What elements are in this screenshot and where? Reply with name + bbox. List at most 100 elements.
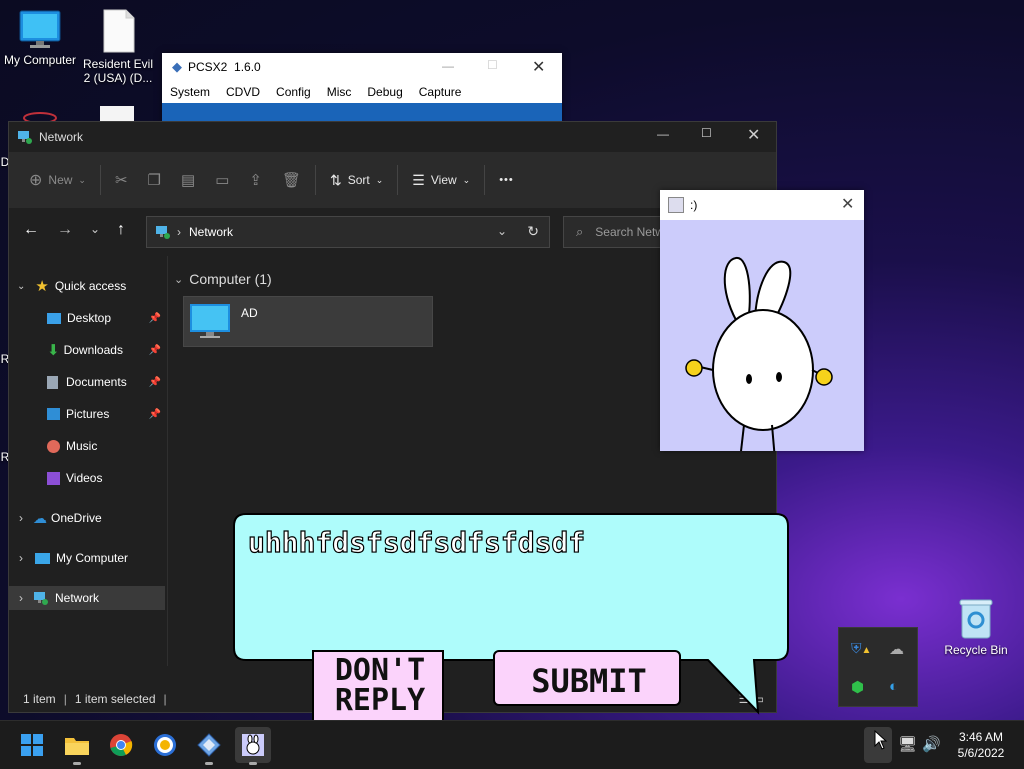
nav-my-computer[interactable]: › My Computer: [9, 546, 165, 570]
explorer-titlebar[interactable]: Network — ☐ ✕: [9, 122, 776, 152]
network-status-icon[interactable]: 🖥: [898, 735, 917, 753]
trash-icon: 🗑: [281, 172, 301, 189]
network-icon: [34, 592, 48, 605]
toolbar-separator: [315, 165, 316, 195]
monitor-icon: [19, 10, 61, 48]
hidden-file-icon[interactable]: [100, 106, 134, 122]
pcsx2-titlebar[interactable]: ◆ PCSX2 1.6.0 — ☐ ✕: [162, 53, 562, 81]
nav-pictures[interactable]: Pictures 📌: [9, 402, 165, 426]
menu-misc[interactable]: Misc: [327, 85, 352, 99]
chevron-down-icon[interactable]: ⌄: [497, 224, 507, 238]
close-button[interactable]: ✕: [747, 125, 760, 145]
chevron-down-icon: ⌄: [78, 174, 86, 185]
start-button[interactable]: [14, 727, 50, 763]
taskbar-chrome[interactable]: [103, 727, 139, 763]
menu-cdvd[interactable]: CDVD: [226, 85, 260, 99]
green-hex-icon[interactable]: ⬢: [851, 678, 864, 696]
nav-downloads[interactable]: ⬇ Downloads 📌: [9, 338, 165, 362]
nav-network[interactable]: › Network: [9, 586, 165, 610]
smiley-titlebar[interactable]: :) ✕: [660, 190, 864, 220]
nav-desktop[interactable]: Desktop 📌: [9, 306, 165, 330]
minimize-button[interactable]: —: [657, 127, 669, 141]
windows-logo-icon: [21, 734, 43, 756]
taskbar-pcsx2[interactable]: [191, 727, 227, 765]
copy-button[interactable]: ❐: [138, 164, 171, 196]
up-arrow-icon[interactable]: ↑: [117, 221, 125, 239]
pin-icon[interactable]: 📌: [149, 377, 161, 388]
minimize-button[interactable]: —: [442, 59, 454, 73]
dont-reply-button[interactable]: DON'T REPLY: [312, 650, 444, 722]
taskbar-file-explorer[interactable]: [59, 727, 95, 765]
group-header[interactable]: ⌄ Computer (1): [174, 271, 272, 287]
share-button[interactable]: ⇪: [239, 164, 272, 196]
nav-onedrive[interactable]: › ☁ OneDrive: [9, 506, 165, 530]
defender-warning-icon[interactable]: ⛨▲: [851, 640, 871, 657]
pcsx2-window[interactable]: ◆ PCSX2 1.6.0 — ☐ ✕ System CDVD Config M…: [162, 53, 562, 123]
chevron-down-icon[interactable]: ⌄: [90, 222, 100, 236]
scissors-icon: ✂: [114, 172, 128, 189]
nav-videos[interactable]: Videos: [9, 466, 165, 490]
nav-label: Desktop: [67, 311, 112, 325]
sort-icon: ⇅: [330, 171, 342, 188]
address-bar[interactable]: › Network ⌄ ↻: [146, 216, 550, 248]
nav-music[interactable]: Music: [9, 434, 165, 458]
nav-quick-access[interactable]: ⌄ ★ Quick access: [9, 274, 165, 298]
status-count: 1 item: [23, 692, 56, 706]
sort-button[interactable]: ⇅ Sort ⌄: [320, 164, 393, 196]
pin-icon[interactable]: 📌: [149, 409, 161, 420]
pictures-icon: [47, 408, 60, 420]
pin-icon[interactable]: 📌: [149, 313, 161, 324]
chevron-right-icon[interactable]: ›: [19, 551, 23, 565]
toolbar-separator: [397, 165, 399, 195]
volume-icon[interactable]: 🔊: [922, 735, 941, 753]
address-path[interactable]: Network: [189, 225, 233, 239]
computer-item[interactable]: AD: [183, 296, 433, 347]
close-button[interactable]: ✕: [841, 194, 854, 214]
menu-debug[interactable]: Debug: [367, 85, 402, 99]
desktop-icon-recycle-bin[interactable]: Recycle Bin: [936, 596, 1016, 657]
chevron-down-icon[interactable]: ⌄: [174, 273, 183, 286]
pcsx2-icon: [197, 733, 221, 757]
smiley-window[interactable]: :) ✕: [660, 190, 864, 461]
pin-icon[interactable]: 📌: [149, 345, 161, 356]
taskbar-rabbit-app[interactable]: [235, 727, 271, 765]
hidden-desktop-icon[interactable]: [20, 106, 60, 124]
nav-documents[interactable]: Documents 📌: [9, 370, 165, 394]
maximize-button[interactable]: ☐: [701, 126, 712, 140]
search-icon: ⌕: [576, 224, 584, 239]
chevron-right-icon[interactable]: ›: [19, 511, 23, 525]
maximize-button[interactable]: ☐: [487, 58, 498, 72]
clock-date: 5/6/2022: [957, 746, 1005, 760]
delete-button[interactable]: 🗑: [272, 164, 311, 196]
forward-arrow-icon[interactable]: →: [57, 221, 73, 239]
clock[interactable]: 3:46 AM 5/6/2022: [946, 729, 1016, 761]
menu-system[interactable]: System: [170, 85, 210, 99]
submit-button[interactable]: SUBMIT: [493, 650, 681, 706]
refresh-icon[interactable]: ↻: [527, 223, 539, 240]
more-options-button[interactable]: •••: [489, 164, 524, 196]
nav-label: My Computer: [56, 551, 129, 565]
menu-config[interactable]: Config: [276, 85, 311, 99]
menu-capture[interactable]: Capture: [419, 85, 462, 99]
onedrive-offline-icon[interactable]: ☁: [889, 640, 904, 658]
chevron-right-icon[interactable]: ›: [19, 591, 23, 605]
nav-label: Documents: [66, 375, 127, 389]
close-button[interactable]: ✕: [532, 57, 545, 77]
new-button[interactable]: ⊕ New ⌄: [19, 164, 96, 196]
taskbar-chromium-alt[interactable]: [147, 727, 183, 763]
tray-overflow-popup: ⛨▲ ☁ ⬢ ◐: [838, 627, 918, 707]
desktop-icon-resident-evil[interactable]: Resident Evil 2 (USA) (D...: [78, 8, 158, 85]
back-arrow-icon[interactable]: ←: [23, 221, 39, 239]
view-button[interactable]: ☰ View ⌄: [402, 164, 480, 196]
clipboard-icon: ▤: [181, 172, 196, 189]
chevron-down-icon[interactable]: ⌄: [17, 281, 25, 292]
network-icon: [18, 131, 32, 144]
desktop-icon-label: Resident Evil 2 (USA) (D...: [82, 57, 154, 85]
desktop-icon-my-computer[interactable]: My Computer: [0, 8, 80, 67]
plus-icon: ⊕: [29, 172, 43, 189]
monitor-icon: [35, 552, 50, 564]
paste-button[interactable]: ▤: [171, 164, 205, 196]
cut-button[interactable]: ✂: [105, 164, 138, 196]
rename-button[interactable]: ▭: [205, 164, 239, 196]
network-sync-icon[interactable]: ◐: [889, 678, 898, 695]
